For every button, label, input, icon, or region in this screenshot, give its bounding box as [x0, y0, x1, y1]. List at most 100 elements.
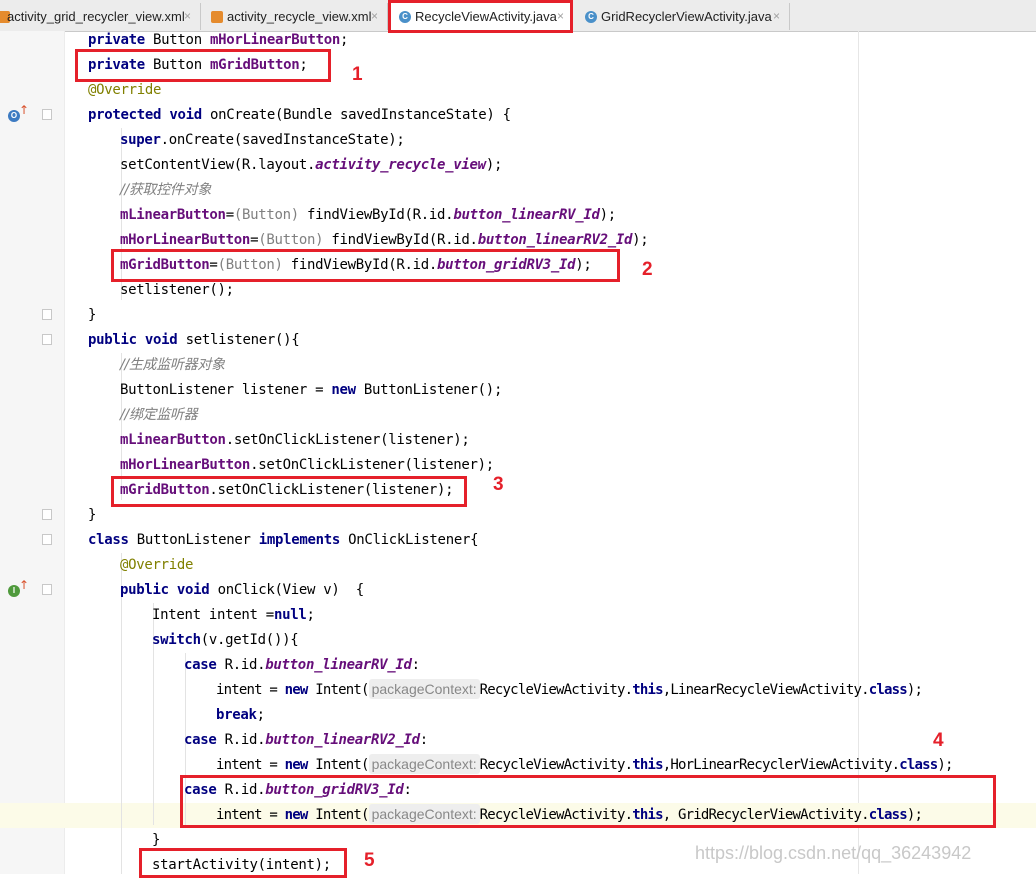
code-token: =	[250, 232, 259, 248]
code-token: :	[411, 657, 420, 673]
fold-marker[interactable]	[42, 334, 52, 345]
code-token: (Button)	[233, 207, 299, 223]
code-token: OnClickListener{	[340, 532, 479, 548]
annotation-number-5: 5	[364, 850, 375, 871]
editor-gutter	[0, 31, 64, 874]
code-token: (v.getId()){	[200, 632, 299, 648]
annotation-box-3	[111, 476, 467, 507]
code-token: public	[88, 332, 137, 348]
code-token: RecycleViewActivity.	[479, 757, 633, 773]
code-token: this	[632, 757, 663, 773]
code-line: @Override	[120, 557, 194, 573]
code-line: mLinearButton.setOnClickListener(listene…	[120, 428, 470, 453]
fold-marker[interactable]	[42, 509, 52, 520]
code-token: implements	[258, 532, 341, 548]
code-line: //绑定监听器	[120, 407, 198, 423]
fold-marker[interactable]	[42, 309, 52, 320]
gutter-divider	[64, 31, 65, 874]
code-line: break;	[216, 703, 265, 728]
tab-activity-recycle-view-xml[interactable]: activity_recycle_view.xml ×	[201, 3, 388, 30]
code-token: ;	[306, 607, 315, 623]
code-token: onClick(View v) {	[217, 582, 365, 598]
annotation-box-2	[111, 249, 620, 282]
code-token: setlistener(){	[185, 332, 300, 348]
code-token: onCreate(Bundle savedInstanceState) {	[209, 107, 511, 123]
code-token: RecycleViewActivity.	[479, 682, 633, 698]
code-line: super.onCreate(savedInstanceState);	[120, 128, 405, 153]
code-token: );	[937, 757, 953, 773]
code-token: this	[632, 682, 663, 698]
code-token: mHorLinearButton	[209, 32, 341, 48]
code-token: Intent(	[307, 682, 369, 698]
code-token: class	[899, 757, 938, 773]
code-token: ButtonListener();	[355, 382, 503, 398]
code-token: break	[216, 707, 257, 723]
code-token: void	[144, 332, 178, 348]
code-token: null	[273, 607, 307, 623]
code-token: ;	[340, 32, 349, 48]
fold-marker[interactable]	[42, 534, 52, 545]
code-token: button_linearRV_Id	[265, 657, 412, 673]
code-token: public	[120, 582, 169, 598]
tab-activity-grid-recycler-view-xml[interactable]: activity_grid_recycler_view.xml ×	[0, 3, 201, 30]
code-token: setContentView(R.layout.	[120, 157, 316, 173]
code-token: Intent intent =	[152, 607, 274, 623]
code-token: .setOnClickListener(listener);	[225, 432, 470, 448]
code-token: mLinearButton	[120, 432, 226, 448]
annotation-number-3: 3	[493, 474, 504, 495]
code-token: button_linearRV2_Id	[265, 732, 420, 748]
code-token: void	[176, 582, 210, 598]
code-token: =	[225, 207, 234, 223]
code-token: void	[169, 107, 202, 123]
code-line: }	[88, 507, 97, 523]
watermark: https://blog.csdn.net/qq_36243942	[695, 843, 972, 863]
code-token: ButtonListener	[128, 532, 259, 548]
code-token: intent =	[216, 682, 285, 698]
close-icon[interactable]: ×	[184, 3, 191, 30]
code-token: );	[485, 157, 503, 173]
right-margin-guide	[858, 31, 859, 874]
code-token: R.id.	[216, 657, 266, 673]
code-token: mHorLinearButton	[120, 457, 251, 473]
code-token: findViewById(R.id.	[298, 207, 454, 223]
code-line: mHorLinearButton.setOnClickListener(list…	[120, 453, 494, 478]
code-line: setContentView(R.layout.activity_recycle…	[120, 153, 502, 178]
code-token: ;	[256, 707, 265, 723]
code-token: );	[632, 232, 649, 248]
code-line: switch(v.getId()){	[152, 628, 299, 653]
code-line: }	[88, 307, 97, 323]
code-token: R.id.	[216, 732, 266, 748]
tab-label: GridRecyclerViewActivity.java	[601, 9, 772, 24]
code-line: case R.id.button_linearRV2_Id:	[184, 728, 428, 753]
code-line: Intent intent =null;	[152, 603, 315, 628]
code-line: //生成监听器对象	[120, 357, 225, 373]
code-token: intent =	[216, 757, 285, 773]
code-token: );	[599, 207, 617, 223]
fold-marker[interactable]	[42, 584, 52, 595]
code-token: ButtonListener listener =	[120, 382, 332, 398]
tab-label: activity_grid_recycler_view.xml	[7, 9, 185, 24]
close-icon[interactable]: ×	[371, 3, 378, 30]
up-arrow-icon: ↑	[19, 103, 30, 117]
code-token: super	[120, 132, 161, 148]
close-icon[interactable]: ×	[773, 3, 780, 30]
parameter-hint: packageContext:	[368, 754, 480, 774]
code-line: public void onClick(View v) {	[120, 578, 364, 603]
code-token: ,LinearRecycleViewActivity.	[662, 682, 870, 698]
code-token: Intent(	[307, 757, 369, 773]
tab-label: activity_recycle_view.xml	[227, 9, 372, 24]
code-token: .setOnClickListener(listener);	[250, 457, 494, 473]
code-line: class ButtonListener implements OnClickL…	[88, 528, 479, 553]
code-token: class	[88, 532, 129, 548]
code-line: mLinearButton=(Button) findViewById(R.id…	[120, 203, 616, 228]
code-token: case	[184, 657, 217, 673]
annotation-box-4	[180, 775, 996, 828]
fold-marker[interactable]	[42, 109, 52, 120]
annotation-number-1: 1	[352, 64, 363, 85]
code-token: class	[868, 682, 908, 698]
annotation-number-4: 4	[933, 730, 944, 751]
code-token: case	[184, 732, 217, 748]
code-line: case R.id.button_linearRV_Id:	[184, 653, 420, 678]
code-token: .onCreate(savedInstanceState);	[160, 132, 405, 148]
tab-grid-recycler-view-activity-java[interactable]: C GridRecyclerViewActivity.java ×	[573, 3, 790, 30]
